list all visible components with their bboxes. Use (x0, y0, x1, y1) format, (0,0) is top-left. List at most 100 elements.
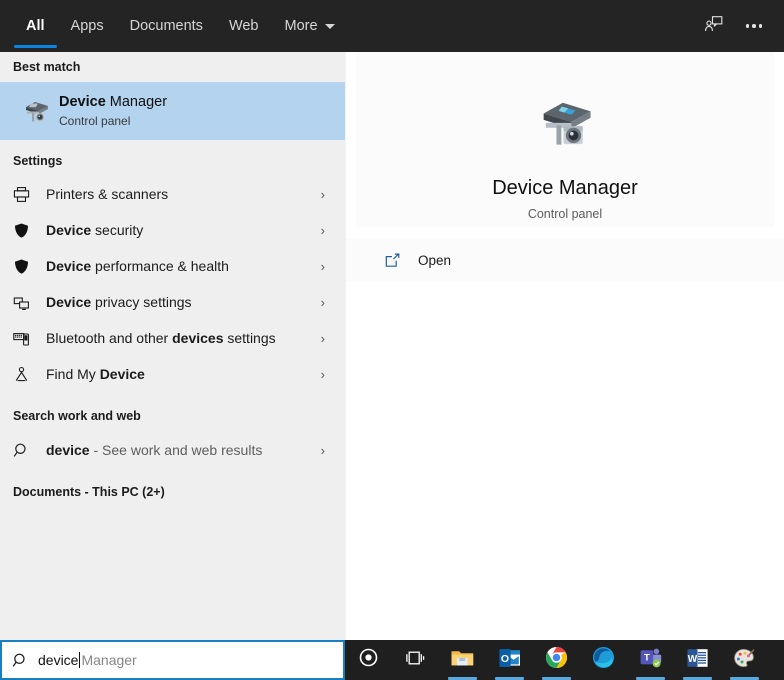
search-work-web-heading: Search work and web (13, 409, 141, 423)
label-bold: Device (46, 222, 92, 238)
taskbar-button-outlook[interactable]: O (486, 640, 533, 680)
open-action-label: Open (418, 252, 452, 268)
windows-search-overlay: All Apps Documents Web More Best match D… (0, 0, 784, 680)
taskbar-button-cortana[interactable] (345, 640, 392, 680)
chrome-icon (545, 646, 568, 674)
feedback-button[interactable] (694, 6, 734, 46)
label-post: Printers & scanners (46, 186, 169, 202)
edge-icon (592, 646, 615, 674)
settings-item-find-my-device[interactable]: Find My Device › (0, 356, 345, 392)
best-match-title-bold: Device (59, 94, 106, 110)
device-manager-icon (13, 96, 59, 126)
taskbar-icons: O T W (345, 640, 768, 680)
taskbar: device Manager O T W (0, 640, 784, 680)
tab-web[interactable]: Web (216, 0, 272, 52)
label-post: performance & health (91, 258, 229, 274)
tab-apps[interactable]: Apps (58, 0, 117, 52)
outlook-icon: O (498, 647, 522, 674)
taskbar-button-teams[interactable]: T (627, 640, 674, 680)
search-results-panel: Best match Device Manager Control panel … (0, 52, 345, 640)
label-rest: - See work and web results (89, 442, 263, 458)
settings-heading: Settings (13, 154, 63, 168)
taskbar-button-file-explorer[interactable] (439, 640, 486, 680)
tab-documents-label: Documents (129, 18, 203, 34)
taskbar-button-task-view[interactable] (392, 640, 439, 680)
settings-item-bluetooth-other-devices[interactable]: Bluetooth and other devices settings › (0, 320, 345, 356)
settings-item-find-my-device-label: Find My Device (46, 366, 145, 382)
search-icon (13, 442, 46, 459)
shield-icon (13, 222, 46, 239)
settings-item-device-security-label: Device security (46, 222, 143, 238)
more-options-icon (745, 24, 763, 28)
teams-icon: T (639, 646, 663, 674)
tab-documents[interactable]: Documents (117, 0, 216, 52)
search-typed-value: device (38, 652, 79, 668)
settings-item-bluetooth-other-devices-label: Bluetooth and other devices settings (46, 330, 276, 346)
best-match-subtitle: Control panel (59, 114, 131, 128)
tab-apps-label: Apps (70, 18, 104, 34)
preview-subtitle: Control panel (527, 207, 603, 221)
chevron-right-icon: › (320, 366, 325, 382)
settings-item-device-performance-health-label: Device performance & health (46, 258, 229, 274)
settings-item-device-privacy-settings-label: Device privacy settings (46, 294, 192, 310)
settings-item-device-security[interactable]: Device security › (0, 212, 345, 248)
preview-actions: Open (346, 239, 784, 281)
find-my-device-icon (13, 366, 46, 383)
search-header: All Apps Documents Web More (0, 0, 784, 52)
task-view-icon (405, 648, 427, 673)
taskbar-search-input[interactable]: device Manager (0, 640, 345, 680)
text-cursor (79, 652, 81, 668)
label-post: security (91, 222, 144, 238)
chevron-right-icon: › (320, 442, 325, 458)
taskbar-button-chrome[interactable] (533, 640, 580, 680)
taskbar-button-paint[interactable] (721, 640, 768, 680)
search-icon (2, 652, 38, 669)
tab-all-label: All (26, 18, 45, 34)
open-action-button[interactable]: Open (356, 239, 774, 281)
label-bold: Device (99, 366, 145, 382)
device-manager-icon (533, 90, 597, 159)
paint-icon (733, 647, 756, 674)
chevron-right-icon: › (320, 330, 325, 346)
taskbar-button-edge[interactable] (580, 640, 627, 680)
tab-web-label: Web (228, 18, 259, 34)
header-actions (694, 0, 774, 52)
chevron-right-icon: › (320, 258, 325, 274)
shield-icon (13, 258, 46, 275)
preview-title: Device Manager (492, 177, 638, 199)
search-preview-panel: Device Manager Control panel Open (345, 52, 784, 640)
taskbar-button-word[interactable]: W (674, 640, 721, 680)
svg-text:T: T (643, 652, 649, 663)
chevron-right-icon: › (320, 186, 325, 202)
best-match-text: Device Manager Control panel (59, 93, 167, 129)
best-match-heading: Best match (13, 60, 81, 74)
file-explorer-icon (450, 647, 475, 674)
label-post: privacy settings (91, 294, 192, 310)
settings-item-printers-scanners-label: Printers & scanners (46, 186, 168, 202)
tab-more-label: More (284, 18, 318, 34)
chevron-right-icon: › (320, 294, 325, 310)
printer-icon (13, 186, 46, 203)
tab-all[interactable]: All (13, 0, 58, 52)
search-work-web-label: device - See work and web results (46, 442, 262, 458)
word-icon: W (686, 647, 709, 674)
search-suggestion: Manager (81, 652, 137, 668)
settings-item-device-performance-health[interactable]: Device performance & health › (0, 248, 345, 284)
best-match-result-device-manager[interactable]: Device Manager Control panel (0, 82, 345, 140)
search-text: device Manager (38, 652, 137, 668)
search-filter-tabs: All Apps Documents Web More (0, 0, 348, 52)
chevron-right-icon: › (320, 222, 325, 238)
label-pre: Find My (46, 366, 100, 382)
settings-item-printers-scanners[interactable]: Printers & scanners › (0, 176, 345, 212)
best-match-title-rest: Manager (105, 94, 168, 110)
more-options-button[interactable] (734, 6, 774, 46)
documents-heading: Documents - This PC (2+) (13, 485, 165, 499)
search-work-web-item[interactable]: device - See work and web results › (0, 431, 345, 469)
bluetooth-devices-icon (13, 330, 46, 347)
label-pre: Bluetooth and other (46, 330, 173, 346)
preview-card: Device Manager Control panel (356, 52, 774, 227)
tab-more[interactable]: More (272, 0, 348, 52)
settings-item-device-privacy-settings[interactable]: Device privacy settings › (0, 284, 345, 320)
label-bold: Device (46, 294, 92, 310)
label-bold: Device (46, 258, 92, 274)
